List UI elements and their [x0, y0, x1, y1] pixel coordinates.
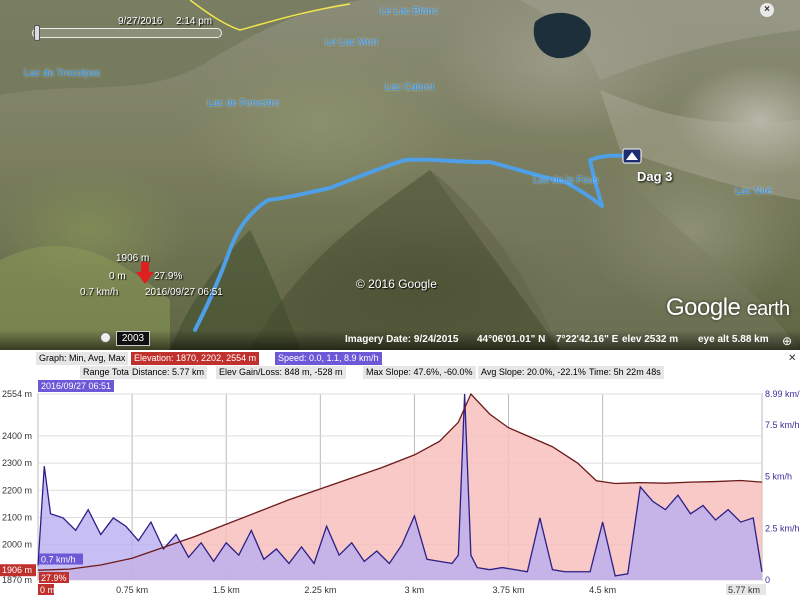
- logo-earth: earth: [746, 298, 791, 320]
- speed-stats[interactable]: Speed: 0.0, 1.1, 8.9 km/h: [275, 352, 382, 365]
- label-le-lac-mort[interactable]: Le Lac Mort: [325, 37, 378, 48]
- elevation-readout: elev 2532 m: [622, 334, 679, 345]
- label-lac-de-trecolpas[interactable]: Lac de Trecolpas: [24, 68, 100, 79]
- y-tick-right: 8.99 km/h: [765, 389, 800, 399]
- max-slope: Max Slope: 47.6%, -60.0%: [363, 366, 476, 379]
- logo-google: Google: [666, 294, 741, 321]
- x-tick: 1.5 km: [213, 585, 240, 595]
- y-tick-right: 0: [765, 575, 770, 585]
- google-earth-logo: Google earth: [666, 294, 790, 322]
- graph-label: Graph: Min, Avg, Max: [36, 352, 129, 365]
- cursor-time-badge: 2016/09/27 06:51: [38, 380, 115, 392]
- x-tick: 3 km: [405, 585, 425, 595]
- clock-icon[interactable]: [100, 332, 111, 343]
- timestamp-time: 2:14 pm: [176, 16, 213, 27]
- marker-distance: 0 m: [109, 271, 126, 282]
- y-tick-left: 2554 m: [2, 389, 32, 399]
- y-tick-left: 1906 m: [2, 565, 32, 575]
- marker-datetime: 2016/09/27 06:51: [145, 287, 223, 298]
- longitude: 7°22'42.16" E: [556, 334, 619, 345]
- copyright-text: © 2016 Google: [356, 277, 437, 291]
- x-tick: 0 m: [40, 585, 55, 595]
- x-tick: 4.5 km: [589, 585, 616, 595]
- y-tick-right: 5 km/h: [765, 472, 792, 482]
- y-tick-right: 2.5 km/h: [765, 523, 800, 533]
- y-tick-left: 2400 m: [2, 431, 32, 441]
- time-slider[interactable]: [32, 28, 222, 38]
- label-lac-de-fenestre[interactable]: Lac de Fenestre: [207, 98, 279, 109]
- map-view[interactable]: 9/27/2016 2:14 pm Le Lac Blanc Le Lac Mo…: [0, 0, 800, 350]
- y-tick-left: 2000 m: [2, 540, 32, 550]
- y-tick-left: 2200 m: [2, 485, 32, 495]
- label-lac-cabret[interactable]: Lac Cabret: [385, 82, 434, 93]
- marker-speed: 0.7 km/h: [80, 287, 119, 298]
- close-icon[interactable]: ×: [760, 3, 774, 17]
- y-tick-left: 2300 m: [2, 458, 32, 468]
- historical-imagery-year[interactable]: 2003: [116, 331, 150, 346]
- time-slider-handle[interactable]: [34, 25, 40, 41]
- x-tick: 3.75 km: [493, 585, 525, 595]
- avg-slope: Avg Slope: 20.0%, -22.1%: [478, 366, 589, 379]
- elev-gain-loss: Elev Gain/Loss: 848 m, -528 m: [216, 366, 346, 379]
- y-tick-left: 2100 m: [2, 512, 32, 522]
- marker-slope: 27.9%: [154, 271, 183, 282]
- graph-stats-row: Graph: Min, Avg, Max Elevation: 1870, 22…: [0, 352, 800, 366]
- position-marker-arrow-icon[interactable]: [136, 262, 154, 284]
- eye-altitude: eye alt 5.88 km: [698, 334, 769, 345]
- y-tick-right: 7.5 km/h: [765, 420, 800, 430]
- x-tick: 5.77 km: [728, 585, 760, 595]
- elevation-profile-chart[interactable]: 2554 m 2400 m 2300 m 2200 m 2100 m 2000 m 1906…: [0, 350, 800, 595]
- cursor-slope: 27.9%: [41, 573, 67, 583]
- label-le-lac-blanc[interactable]: Le Lac Blanc: [380, 6, 438, 17]
- label-lac-de-la-fous[interactable]: Lac de la Fous: [533, 175, 599, 186]
- range-totals-row: Range Totals: Distance: 5.77 km Elev Gai…: [0, 366, 800, 380]
- timestamp-date: 9/27/2016: [118, 16, 163, 27]
- close-profile-icon[interactable]: ✕: [788, 354, 798, 364]
- magnifier-icon[interactable]: ⊕: [782, 334, 796, 348]
- lake-blanc-shape: [533, 12, 591, 59]
- label-lac-nire[interactable]: Lac Niré: [735, 186, 772, 197]
- elevation-stats[interactable]: Elevation: 1870, 2202, 2554 m: [131, 352, 260, 365]
- latitude: 44°06'01.01" N: [477, 334, 546, 345]
- x-tick: 2.25 km: [304, 585, 336, 595]
- total-time: Time: 5h 22m 48s: [586, 366, 664, 379]
- cursor-speed: 0.7 km/h: [41, 555, 76, 565]
- y-tick-left: 1870 m: [2, 575, 32, 585]
- placemark-dag-3[interactable]: Dag 3: [637, 169, 672, 184]
- imagery-date: Imagery Date: 9/24/2015: [345, 334, 459, 345]
- tent-icon[interactable]: [622, 148, 642, 164]
- x-tick: 0.75 km: [116, 585, 148, 595]
- total-distance: Distance: 5.77 km: [129, 366, 208, 379]
